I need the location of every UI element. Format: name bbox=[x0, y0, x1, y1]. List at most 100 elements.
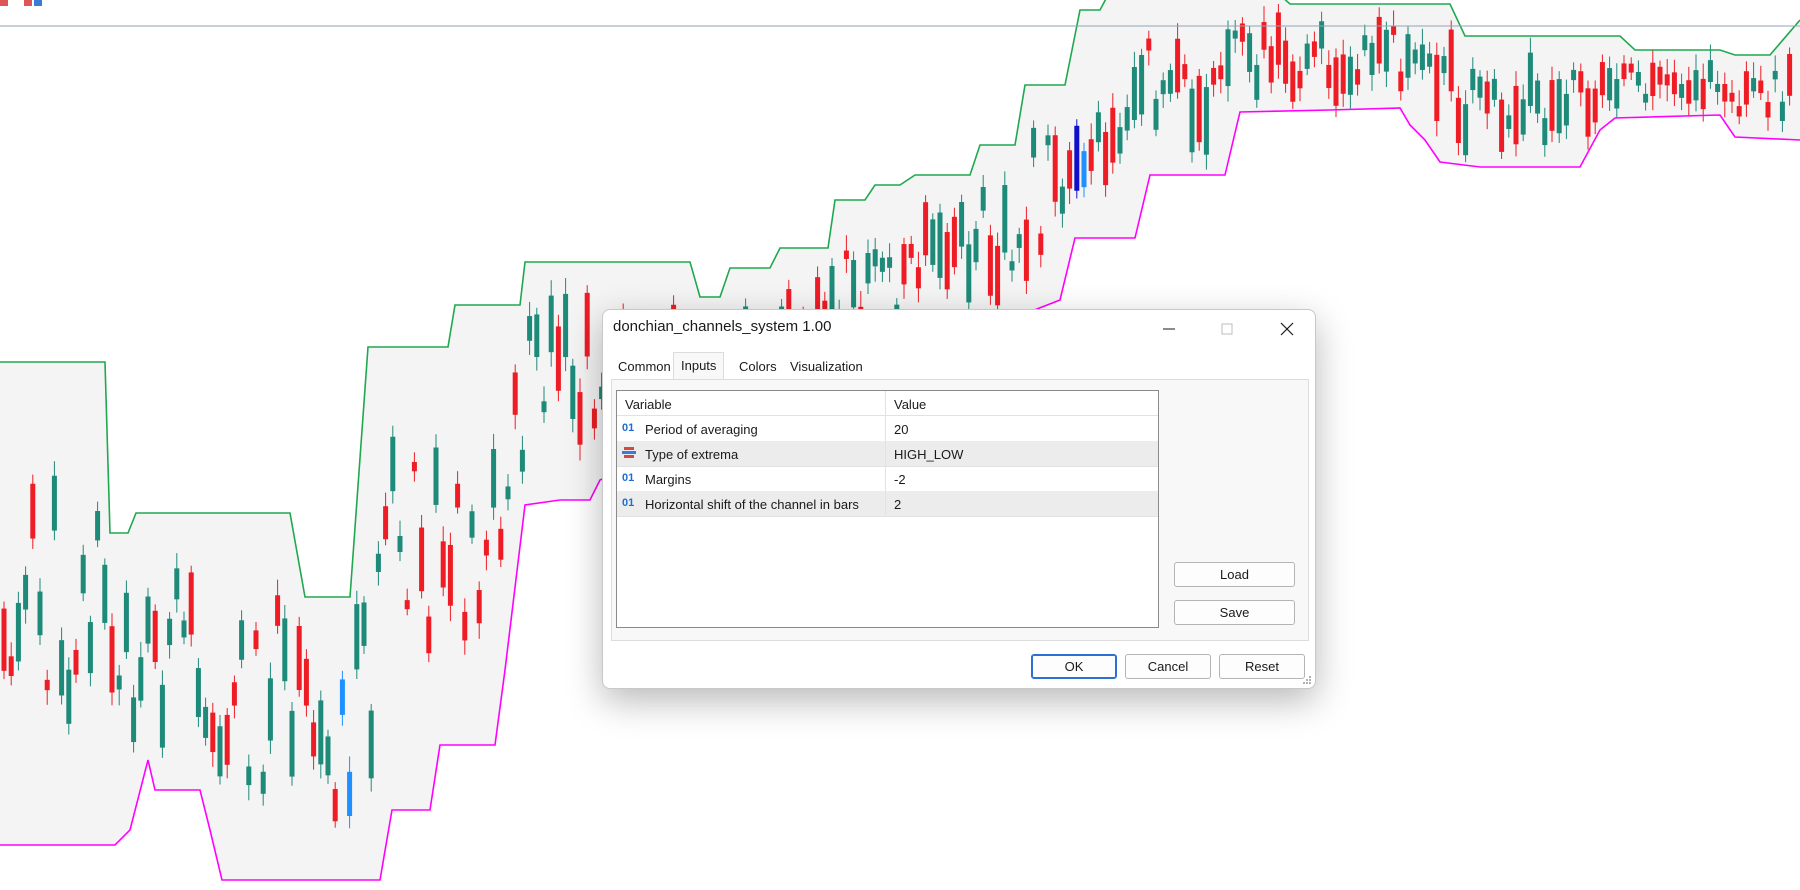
candle-body bbox=[1607, 68, 1613, 101]
candle-body bbox=[1203, 87, 1209, 155]
table-row[interactable]: 01 Horizontal shift of the channel in ba… bbox=[617, 491, 1158, 517]
tab-inputs[interactable]: Inputs bbox=[673, 352, 725, 381]
dialog-titlebar[interactable]: donchian_channels_system 1.00 bbox=[603, 310, 1315, 350]
candle-body bbox=[203, 706, 209, 738]
candle-body bbox=[311, 722, 317, 757]
candle-body bbox=[95, 511, 101, 541]
int-param-icon: 01 bbox=[622, 472, 635, 484]
tab-visualization[interactable]: Visualization bbox=[783, 355, 870, 379]
candle-body bbox=[390, 436, 396, 492]
candle-body bbox=[109, 626, 115, 693]
candle-body bbox=[80, 554, 86, 594]
candle-body bbox=[1513, 85, 1519, 145]
candle-body bbox=[1650, 62, 1656, 96]
candle-body bbox=[1110, 107, 1116, 163]
candle-body bbox=[498, 528, 504, 560]
candle-body bbox=[541, 401, 547, 413]
candle-body bbox=[1189, 88, 1195, 153]
candle-body bbox=[1160, 80, 1166, 95]
table-row[interactable]: Type of extrema HIGH_LOW bbox=[617, 441, 1158, 467]
candle-body bbox=[210, 712, 216, 753]
candle-body bbox=[66, 669, 72, 724]
param-value[interactable]: 20 bbox=[894, 422, 908, 437]
table-row[interactable]: 01 Period of averaging 20 bbox=[617, 416, 1158, 442]
candle-body bbox=[901, 244, 907, 285]
candle-body bbox=[145, 596, 151, 644]
maximize-icon[interactable] bbox=[1199, 310, 1255, 348]
ok-button[interactable]: OK bbox=[1031, 654, 1117, 679]
candle-body bbox=[851, 260, 857, 308]
candle-body bbox=[1124, 107, 1130, 131]
candle-body bbox=[1045, 135, 1051, 146]
candle-body bbox=[1311, 41, 1317, 57]
candle-body bbox=[1247, 33, 1253, 72]
candle-body bbox=[1009, 261, 1015, 271]
candle-body bbox=[987, 235, 993, 296]
param-value[interactable]: 2 bbox=[894, 497, 901, 512]
candle-body bbox=[181, 620, 187, 638]
candle-body bbox=[483, 539, 489, 556]
candle-body bbox=[152, 610, 158, 663]
candle-body bbox=[563, 293, 569, 358]
minimize-icon[interactable] bbox=[1141, 310, 1197, 348]
candle-body bbox=[51, 475, 57, 531]
tab-common[interactable]: Common bbox=[611, 355, 678, 379]
param-value[interactable]: HIGH_LOW bbox=[894, 447, 963, 462]
candle-body bbox=[1002, 185, 1008, 253]
candle-body bbox=[231, 682, 237, 706]
candle-body bbox=[1419, 44, 1425, 70]
candle-body bbox=[1, 608, 7, 671]
chart-toolbar-icon[interactable] bbox=[24, 0, 32, 6]
reset-button[interactable]: Reset bbox=[1219, 654, 1305, 679]
chart-toolbar-icon[interactable] bbox=[34, 0, 42, 6]
chart-toolbar-icon[interactable] bbox=[0, 0, 8, 6]
candle-body bbox=[138, 657, 144, 701]
save-button[interactable]: Save bbox=[1174, 600, 1295, 625]
candle-body bbox=[383, 506, 389, 540]
candle-body bbox=[1499, 99, 1505, 152]
param-name: Type of extrema bbox=[645, 447, 739, 462]
candle-body bbox=[1664, 74, 1670, 86]
candle-body bbox=[995, 245, 1001, 306]
header-value: Value bbox=[894, 397, 927, 412]
candle-body bbox=[879, 257, 885, 272]
candle-body bbox=[1556, 79, 1562, 134]
param-name: Margins bbox=[645, 472, 692, 487]
candle-body bbox=[289, 710, 295, 777]
table-row[interactable]: 01 Margins -2 bbox=[617, 466, 1158, 492]
candle-body bbox=[1491, 78, 1497, 100]
candle-body bbox=[1434, 54, 1440, 122]
candle-body bbox=[1614, 79, 1620, 109]
candle-body bbox=[447, 544, 453, 606]
candle-body bbox=[1635, 72, 1641, 86]
candle-body bbox=[1643, 93, 1649, 103]
candle-body bbox=[1448, 29, 1454, 92]
candle-body bbox=[1484, 81, 1490, 114]
resize-grip-icon[interactable] bbox=[1302, 675, 1312, 685]
candle-body bbox=[1412, 49, 1418, 64]
candle-body bbox=[1751, 78, 1757, 92]
candle-body bbox=[30, 483, 36, 539]
candle-body bbox=[15, 602, 21, 662]
candle-body bbox=[347, 771, 353, 817]
candle-body bbox=[1023, 219, 1029, 281]
candle-body bbox=[1117, 127, 1123, 154]
candle-body bbox=[1175, 38, 1181, 93]
candle-body bbox=[1153, 98, 1159, 130]
candle-body bbox=[1319, 21, 1325, 49]
param-value[interactable]: -2 bbox=[894, 472, 906, 487]
load-button[interactable]: Load bbox=[1174, 562, 1295, 587]
cancel-button[interactable]: Cancel bbox=[1125, 654, 1211, 679]
candle-body bbox=[325, 736, 331, 776]
candle-body bbox=[1787, 53, 1793, 96]
close-icon[interactable] bbox=[1259, 310, 1315, 348]
candle-body bbox=[1527, 52, 1533, 106]
candle-body bbox=[1657, 66, 1663, 85]
candle-body bbox=[534, 314, 540, 358]
candle-body bbox=[87, 622, 93, 674]
candle-body bbox=[512, 372, 518, 415]
candle-body bbox=[246, 766, 252, 786]
candle-body bbox=[1463, 104, 1469, 156]
candle-body bbox=[37, 591, 43, 636]
tab-colors[interactable]: Colors bbox=[732, 355, 784, 379]
